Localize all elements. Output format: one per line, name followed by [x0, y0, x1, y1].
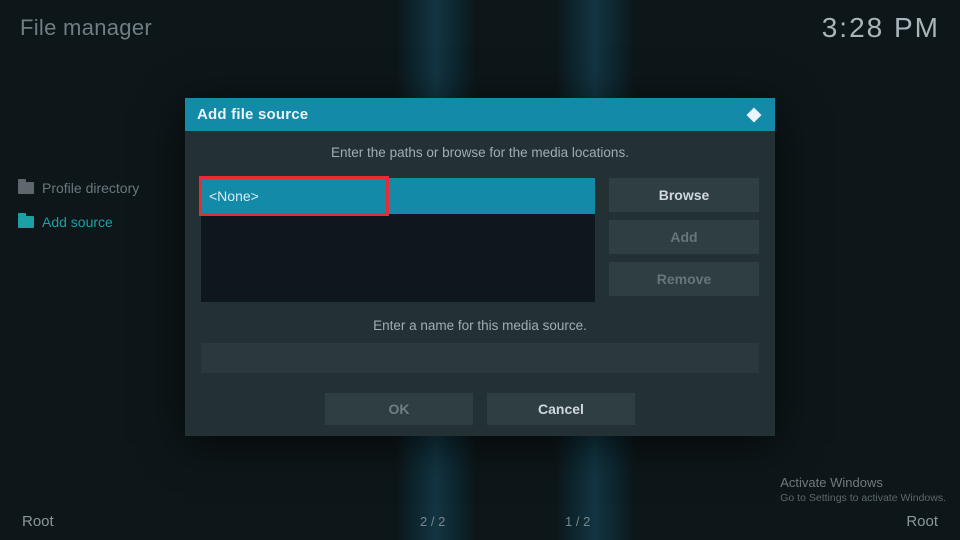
- clock: 3:28 PM: [822, 12, 940, 44]
- folder-icon: [18, 216, 34, 228]
- sidebar-item-label: Profile directory: [42, 180, 139, 196]
- name-instruction-text: Enter a name for this media source.: [201, 318, 759, 333]
- watermark-line2: Go to Settings to activate Windows.: [780, 492, 946, 504]
- path-buttons-column: Browse Add Remove: [609, 178, 759, 296]
- sidebar-item-label: Add source: [42, 214, 113, 230]
- ok-button[interactable]: OK: [325, 393, 473, 425]
- sidebar-item-profile-directory[interactable]: Profile directory: [18, 180, 188, 196]
- sidebar: Profile directory Add source: [18, 180, 188, 248]
- path-instruction-text: Enter the paths or browse for the media …: [201, 145, 759, 160]
- sidebar-item-add-source[interactable]: Add source: [18, 214, 188, 230]
- dialog-header: Add file source: [185, 98, 775, 131]
- footer-left-label: Root: [22, 513, 54, 530]
- footer-right-counter: 1 / 2: [565, 514, 590, 529]
- kodi-logo-icon: [745, 106, 763, 124]
- windows-activation-watermark: Activate Windows Go to Settings to activ…: [780, 475, 946, 504]
- add-button[interactable]: Add: [609, 220, 759, 254]
- paths-row: <None> Browse Add Remove: [201, 178, 759, 302]
- page-title: File manager: [20, 15, 152, 41]
- dialog-title: Add file source: [197, 106, 308, 123]
- dialog-body: Enter the paths or browse for the media …: [185, 131, 775, 437]
- paths-list: <None>: [201, 178, 595, 302]
- media-source-name-input[interactable]: [201, 343, 759, 373]
- browse-button[interactable]: Browse: [609, 178, 759, 212]
- path-entry-none[interactable]: <None>: [201, 178, 595, 214]
- footer-bar: Root 2 / 2 1 / 2 Root: [0, 508, 960, 540]
- footer-left-counter: 2 / 2: [420, 514, 445, 529]
- remove-button[interactable]: Remove: [609, 262, 759, 296]
- add-file-source-dialog: Add file source Enter the paths or brows…: [185, 98, 775, 436]
- watermark-line1: Activate Windows: [780, 475, 946, 490]
- folder-icon: [18, 182, 34, 194]
- header-bar: File manager 3:28 PM: [0, 0, 960, 48]
- footer-right-label: Root: [906, 513, 938, 530]
- path-entry-text: <None>: [209, 188, 259, 204]
- dialog-action-buttons: OK Cancel: [201, 393, 759, 425]
- cancel-button[interactable]: Cancel: [487, 393, 635, 425]
